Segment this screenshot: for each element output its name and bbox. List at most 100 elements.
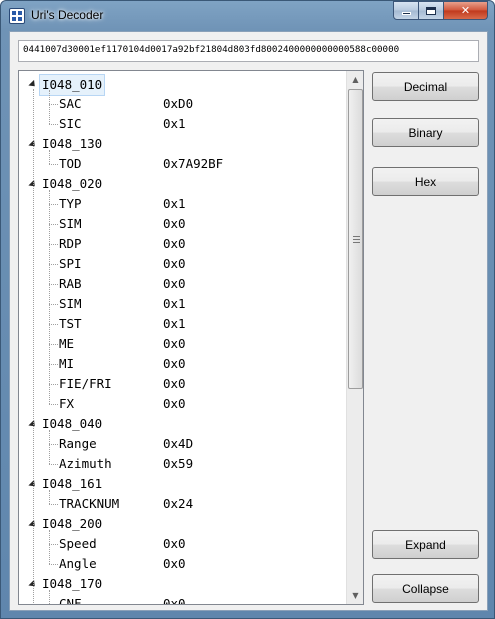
tree-field-node[interactable]: ME 0x0	[59, 334, 186, 354]
tree-field-node[interactable]: TOD 0x7A92BF	[59, 154, 223, 174]
tree-field-node[interactable]: TRACKNUM 0x24	[59, 494, 193, 514]
tree-field-node[interactable]: TST 0x1	[59, 314, 186, 334]
caption-buttons: ✕	[393, 1, 488, 21]
field-name: SIM	[59, 216, 82, 231]
tree-connector	[33, 89, 34, 604]
minimize-button[interactable]	[393, 1, 419, 20]
field-name: SIM	[59, 296, 82, 311]
close-icon: ✕	[460, 4, 471, 17]
field-name: Azimuth	[59, 456, 112, 471]
field-name: TST	[59, 316, 82, 331]
tree-field-node[interactable]: Angle 0x0	[59, 554, 186, 574]
field-name: Angle	[59, 556, 97, 571]
tree-connector	[49, 530, 50, 564]
tree-connector	[49, 264, 58, 265]
maximize-button[interactable]	[419, 1, 444, 20]
field-name: SPI	[59, 256, 82, 271]
expanded-arrow-icon[interactable]	[28, 79, 38, 90]
tree-field-node[interactable]: SIM 0x1	[59, 294, 186, 314]
scroll-down-arrow-icon[interactable]: ▼	[347, 587, 363, 604]
tree-connector	[49, 490, 50, 504]
tree-field-node[interactable]: TYP 0x1	[59, 194, 186, 214]
field-value: 0x0	[163, 376, 186, 391]
tree-field-node[interactable]: RDP 0x0	[59, 234, 186, 254]
field-name: Speed	[59, 536, 97, 551]
field-name: TOD	[59, 156, 82, 171]
tree-field-node[interactable]: SAC 0xD0	[59, 94, 193, 114]
field-name: MI	[59, 356, 75, 371]
field-value: 0x0	[163, 236, 186, 251]
tree-field-node[interactable]: MI 0x0	[59, 354, 186, 374]
field-value: 0x0	[163, 276, 186, 291]
field-value: 0x0	[163, 216, 186, 231]
tree-connector	[49, 464, 58, 465]
maximize-icon	[426, 6, 436, 15]
tree-connector	[49, 244, 58, 245]
tree-connector	[49, 384, 58, 385]
field-value: 0x0	[163, 556, 186, 571]
tree-field-node[interactable]: Azimuth 0x59	[59, 454, 193, 474]
app-window: Uri's Decoder ✕ 0441007d30001ef1170104d0…	[0, 0, 495, 619]
scroll-up-arrow-icon[interactable]: ▲	[347, 71, 363, 88]
tree-connector	[49, 324, 58, 325]
field-value: 0x0	[163, 356, 186, 371]
tree-connector	[49, 404, 58, 405]
field-value: 0x59	[163, 456, 194, 471]
tree-field-node[interactable]: CNF 0x0	[59, 594, 186, 604]
client-area: 0441007d30001ef1170104d0017a92bf21804d80…	[9, 31, 488, 611]
field-value: 0x1	[163, 296, 186, 311]
tree-field-node[interactable]: RAB 0x0	[59, 274, 186, 294]
tree-field-node[interactable]: FX 0x0	[59, 394, 186, 414]
decimal-button[interactable]: Decimal	[372, 72, 479, 101]
field-value: 0x0	[163, 536, 186, 551]
tree-connector	[49, 564, 58, 565]
tree-connector	[49, 190, 50, 404]
decoded-tree-view[interactable]: I048_010 SAC 0xD0 SIC 0x1 I048_130 TOD 0x7A92BF…	[18, 70, 364, 605]
tree-connector	[49, 590, 50, 604]
minimize-icon	[401, 12, 411, 15]
field-value: 0x1	[163, 316, 186, 331]
tree-field-node[interactable]: SPI 0x0	[59, 254, 186, 274]
tree-connector	[49, 164, 58, 165]
field-name: RAB	[59, 276, 82, 291]
tree-connector	[49, 104, 58, 105]
tree-field-node[interactable]: Range 0x4D	[59, 434, 193, 454]
vertical-scrollbar[interactable]: ▲ ▼	[346, 71, 363, 604]
scroll-grip-icon	[353, 236, 360, 243]
hex-button[interactable]: Hex	[372, 167, 479, 196]
field-value: 0x7A92BF	[163, 156, 224, 171]
field-value: 0x0	[163, 336, 186, 351]
field-value: 0x1	[163, 196, 186, 211]
tree-field-node[interactable]: FIE/FRI 0x0	[59, 374, 186, 394]
collapse-button[interactable]: Collapse	[372, 574, 479, 603]
scroll-thumb[interactable]	[348, 89, 363, 389]
tree-field-node[interactable]: Speed 0x0	[59, 534, 186, 554]
tree-connector	[49, 364, 58, 365]
tree-connector	[49, 504, 58, 505]
binary-button[interactable]: Binary	[372, 118, 479, 147]
field-name: SIC	[59, 116, 82, 131]
tree-connector	[49, 304, 58, 305]
title-bar[interactable]: Uri's Decoder ✕	[1, 1, 494, 31]
field-name: Range	[59, 436, 97, 451]
field-name: TYP	[59, 196, 82, 211]
tree-connector	[49, 344, 58, 345]
field-value: 0x4D	[163, 436, 194, 451]
tree-connector	[49, 224, 58, 225]
tree-connector	[49, 124, 58, 125]
hex-input-field[interactable]: 0441007d30001ef1170104d0017a92bf21804d80…	[18, 40, 479, 62]
tree-connector	[49, 444, 58, 445]
tree-connector	[49, 430, 50, 464]
window-title: Uri's Decoder	[31, 8, 104, 22]
tree-content: I048_010 SAC 0xD0 SIC 0x1 I048_130 TOD 0x7A92BF…	[19, 71, 347, 604]
field-value: 0x0	[163, 596, 186, 604]
app-grid-icon[interactable]	[9, 8, 25, 24]
field-name: FX	[59, 396, 75, 411]
tree-field-node[interactable]: SIM 0x0	[59, 214, 186, 234]
field-name: CNF	[59, 596, 82, 604]
close-button[interactable]: ✕	[444, 1, 488, 20]
tree-field-node[interactable]: SIC 0x1	[59, 114, 186, 134]
expand-button[interactable]: Expand	[372, 530, 479, 559]
field-value: 0xD0	[163, 96, 194, 111]
field-name: ME	[59, 336, 75, 351]
